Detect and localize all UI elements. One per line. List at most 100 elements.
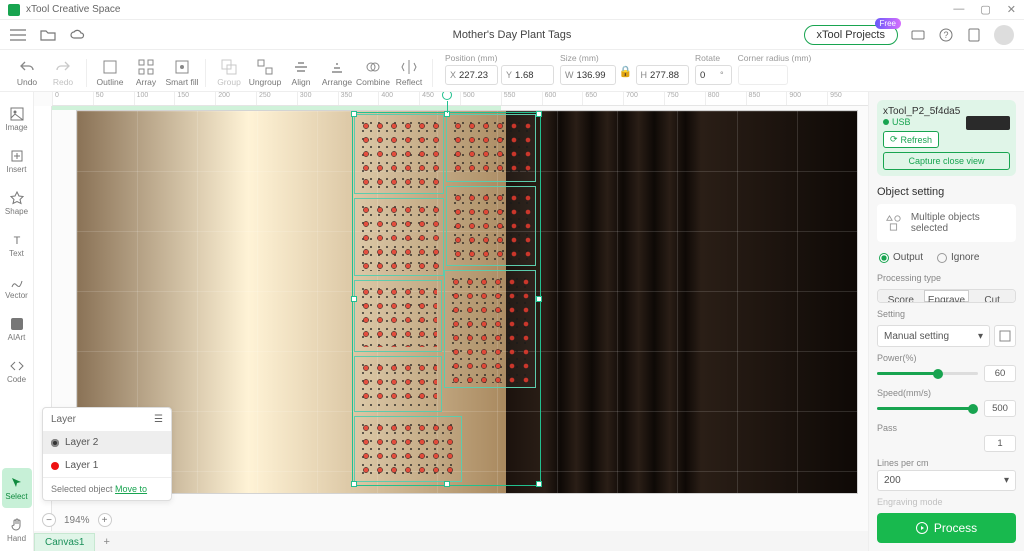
xtool-projects-button[interactable]: xTool Projects Free: [804, 25, 898, 45]
tab-score[interactable]: Score: [878, 290, 924, 302]
xtool-projects-label: xTool Projects: [817, 29, 885, 41]
setting-select[interactable]: Manual setting▾: [877, 325, 990, 347]
tab-cut[interactable]: Cut: [969, 290, 1015, 302]
rotate-input[interactable]: 0°: [695, 65, 732, 85]
height-input[interactable]: H277.88: [636, 65, 690, 85]
canvas-tab-1[interactable]: Canvas1: [34, 533, 95, 551]
svg-text:T: T: [13, 235, 20, 247]
tab-engrave[interactable]: Engrave: [924, 290, 970, 302]
menu-icon[interactable]: [10, 29, 26, 41]
pass-value[interactable]: 1: [984, 435, 1016, 452]
help-icon[interactable]: ?: [938, 29, 954, 41]
canvas-area[interactable]: 0501001502002503003504004505005506006507…: [34, 92, 868, 551]
undo-button[interactable]: Undo: [10, 59, 44, 87]
power-value[interactable]: 60: [984, 365, 1016, 382]
shapes-icon: [885, 213, 903, 233]
rail-hand[interactable]: Hand: [2, 510, 32, 550]
align-button[interactable]: Align: [284, 59, 318, 87]
speed-param: Speed(mm/s) 500: [877, 388, 1016, 417]
layer-row-2[interactable]: Layer 2: [43, 431, 171, 454]
setting-label: Setting: [877, 309, 1016, 319]
output-ignore-group: Output Ignore: [877, 248, 1016, 267]
project-title: Mother's Day Plant Tags: [453, 29, 572, 41]
app-title: xTool Creative Space: [26, 4, 121, 15]
minimize-button[interactable]: —: [953, 3, 964, 16]
add-canvas-button[interactable]: +: [95, 533, 117, 551]
outline-button[interactable]: Outline: [93, 59, 127, 87]
chevron-down-icon: ▾: [978, 331, 983, 342]
rotate-group: Rotate 0°: [695, 53, 732, 85]
setting-preset-button[interactable]: [994, 325, 1016, 347]
pass-param: Pass 1: [877, 423, 1016, 452]
corner-radius-group: Corner radius (mm): [738, 53, 812, 85]
zoom-value: 194%: [64, 515, 90, 526]
notes-icon[interactable]: [966, 29, 982, 41]
layer-row-1[interactable]: Layer 1: [43, 454, 171, 477]
rail-image[interactable]: Image: [2, 99, 32, 139]
zoom-bar: − 194% +: [42, 513, 112, 527]
rail-select[interactable]: Select: [2, 468, 32, 508]
width-input[interactable]: W136.99: [560, 65, 616, 85]
rail-code[interactable]: Code: [2, 351, 32, 391]
zoom-out-button[interactable]: −: [42, 513, 56, 527]
redo-button[interactable]: Redo: [46, 59, 80, 87]
rail-text[interactable]: TText: [2, 225, 32, 265]
canvas-tabs: Canvas1 +: [34, 531, 868, 551]
device-card: xTool_P2_5f4da5 USB ⟳ Refresh Capture cl…: [877, 100, 1016, 176]
folder-icon[interactable]: [40, 29, 56, 41]
right-panel: xTool_P2_5f4da5 USB ⟳ Refresh Capture cl…: [868, 92, 1024, 551]
cloud-icon[interactable]: [70, 29, 86, 41]
combine-button[interactable]: Combine: [356, 59, 390, 87]
rail-shape[interactable]: Shape: [2, 183, 32, 223]
free-badge: Free: [875, 18, 901, 29]
object-setting-title: Object setting: [877, 186, 1016, 198]
capture-button[interactable]: Capture close view: [883, 152, 1010, 170]
position-x-input[interactable]: X227.23: [445, 65, 498, 85]
power-slider[interactable]: [877, 372, 978, 375]
position-y-input[interactable]: Y1.68: [501, 65, 554, 85]
avatar[interactable]: [994, 25, 1014, 45]
lines-param: Lines per cm 200▾: [877, 458, 1016, 491]
toolbar: Undo Redo Outline Array Smart fill Group…: [0, 50, 1024, 92]
rail-vector[interactable]: Vector: [2, 267, 32, 307]
group-button[interactable]: Group: [212, 59, 246, 87]
device-thumbnail: [966, 116, 1010, 130]
titlebar: xTool Creative Space — ▢ ✕: [0, 0, 1024, 20]
rail-aiart[interactable]: AIArt: [2, 309, 32, 349]
speed-value[interactable]: 500: [984, 400, 1016, 417]
array-button[interactable]: Array: [129, 59, 163, 87]
device-icon[interactable]: [910, 29, 926, 41]
ignore-radio[interactable]: Ignore: [937, 252, 979, 263]
lines-select[interactable]: 200▾: [877, 470, 1016, 491]
layer-panel-title: Layer: [51, 414, 76, 425]
rotate-handle[interactable]: [442, 92, 452, 100]
processing-type-tabs: Score Engrave Cut: [877, 289, 1016, 303]
processing-type-label: Processing type: [877, 273, 1016, 283]
layer-settings-icon[interactable]: ☰: [154, 414, 163, 425]
app-icon: [8, 4, 20, 16]
ruler-horizontal: 0501001502002503003504004505005506006507…: [52, 92, 868, 106]
rail-insert[interactable]: Insert: [2, 141, 32, 181]
speed-slider[interactable]: [877, 407, 978, 410]
ungroup-button[interactable]: Ungroup: [248, 59, 282, 87]
close-button[interactable]: ✕: [1007, 3, 1016, 16]
multi-selected-box: Multiple objects selected: [877, 204, 1016, 242]
zoom-in-button[interactable]: +: [98, 513, 112, 527]
left-rail: Image Insert Shape TText Vector AIArt Co…: [0, 92, 34, 551]
play-icon: [916, 522, 928, 534]
refresh-button[interactable]: ⟳ Refresh: [883, 131, 939, 148]
move-to-link[interactable]: Move to: [115, 484, 147, 494]
process-button[interactable]: Process: [877, 513, 1016, 543]
position-group: Position (mm) X227.23 Y1.68: [445, 53, 554, 85]
corner-radius-input[interactable]: [738, 65, 788, 85]
svg-text:?: ?: [943, 30, 948, 40]
arrange-button[interactable]: Arrange: [320, 59, 354, 87]
lock-icon[interactable]: 🔒: [619, 65, 633, 85]
maximize-button[interactable]: ▢: [980, 3, 990, 16]
smartfill-button[interactable]: Smart fill: [165, 59, 199, 87]
output-radio[interactable]: Output: [879, 252, 923, 263]
topbar: Mother's Day Plant Tags xTool Projects F…: [0, 20, 1024, 50]
chevron-down-icon: ▾: [1004, 475, 1009, 486]
reflect-button[interactable]: Reflect: [392, 59, 426, 87]
selection-group[interactable]: [354, 114, 539, 484]
